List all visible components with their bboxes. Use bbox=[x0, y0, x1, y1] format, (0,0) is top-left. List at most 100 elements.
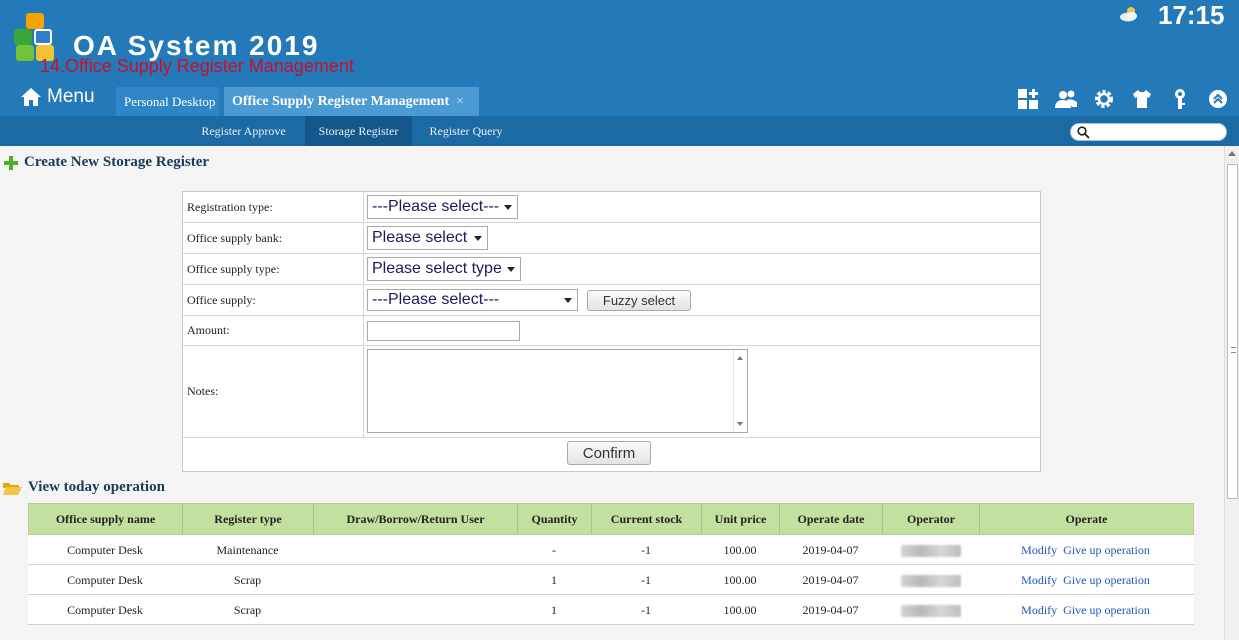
column-header: Draw/Borrow/Return User bbox=[314, 504, 518, 534]
row-amount: Amount: bbox=[183, 316, 1040, 346]
grid-add-icon[interactable] bbox=[1015, 86, 1041, 112]
table-row: Computer Desk Scrap 1 -1 100.00 2019-04-… bbox=[28, 565, 1194, 595]
cell-date: 2019-04-07 bbox=[802, 573, 859, 587]
cell-type: Scrap bbox=[233, 603, 262, 617]
app-logo bbox=[14, 13, 62, 61]
modify-link[interactable]: Modify bbox=[1021, 573, 1057, 587]
cell-user bbox=[313, 535, 517, 565]
row-notes: Notes: bbox=[183, 346, 1040, 438]
plus-icon bbox=[4, 155, 18, 170]
scroll-up-arrow-icon[interactable] bbox=[1228, 151, 1236, 156]
give-up-operation-link[interactable]: Give up operation bbox=[1063, 573, 1150, 587]
subnav-register-query[interactable]: Register Query bbox=[420, 116, 512, 146]
close-icon[interactable]: × bbox=[456, 94, 464, 110]
column-header: Current stock bbox=[592, 504, 702, 534]
row-office-supply-type: Office supply type: Please select type bbox=[183, 254, 1040, 285]
cell-price: 100.00 bbox=[723, 603, 757, 617]
column-header: Quantity bbox=[518, 504, 592, 534]
registration-type-label: Registration type: bbox=[183, 192, 364, 222]
cell-name: Computer Desk bbox=[67, 543, 143, 557]
folder-open-icon bbox=[3, 482, 22, 495]
type-label: Office supply type: bbox=[183, 254, 364, 284]
office-supply-bank-select[interactable]: Please select bbox=[367, 226, 488, 250]
search-input[interactable] bbox=[1093, 125, 1221, 139]
column-header: Office supply name bbox=[29, 504, 183, 534]
scrollbar-thumb[interactable] bbox=[1227, 164, 1238, 499]
row-office-supply-bank: Office supply bank: Please select bbox=[183, 223, 1040, 254]
tab-personal-desktop[interactable]: Personal Desktop bbox=[116, 87, 219, 116]
key-icon[interactable] bbox=[1167, 86, 1193, 112]
notes-textarea[interactable] bbox=[367, 349, 748, 433]
page-scrollbar[interactable] bbox=[1224, 146, 1239, 640]
storage-register-form: Registration type: ---Please select--- O… bbox=[182, 191, 1041, 472]
give-up-operation-link[interactable]: Give up operation bbox=[1063, 543, 1150, 557]
column-header: Operate date bbox=[780, 504, 883, 534]
cell-price: 100.00 bbox=[723, 543, 757, 557]
subnav-storage-register[interactable]: Storage Register bbox=[305, 116, 412, 146]
create-title-text: Create New Storage Register bbox=[24, 154, 210, 170]
modify-link[interactable]: Modify bbox=[1021, 543, 1057, 557]
cell-user bbox=[313, 565, 517, 595]
cell-date: 2019-04-07 bbox=[802, 543, 859, 557]
tab-label: Personal Desktop bbox=[124, 93, 216, 109]
chevron-down-icon bbox=[507, 267, 515, 272]
column-header: Operate bbox=[1065, 512, 1108, 526]
cell-quantity: - bbox=[552, 543, 556, 557]
cell-type: Maintenance bbox=[216, 543, 279, 557]
notes-scrollbar[interactable] bbox=[733, 350, 747, 432]
table-row: Computer Desk Scrap 1 -1 100.00 2019-04-… bbox=[28, 595, 1194, 625]
cell-name: Computer Desk bbox=[67, 573, 143, 587]
users-icon[interactable] bbox=[1053, 86, 1079, 112]
collapse-up-icon[interactable] bbox=[1205, 86, 1231, 112]
clock: 17:15 bbox=[1158, 0, 1225, 30]
modify-link[interactable]: Modify bbox=[1021, 603, 1057, 617]
row-registration-type: Registration type: ---Please select--- bbox=[183, 192, 1040, 223]
cell-stock: -1 bbox=[641, 543, 651, 557]
bank-label: Office supply bank: bbox=[183, 223, 364, 253]
cell-quantity: 1 bbox=[551, 603, 557, 617]
menu-button[interactable]: Menu bbox=[20, 84, 95, 110]
chevron-down-icon bbox=[474, 236, 482, 241]
amount-label: Amount: bbox=[183, 316, 364, 345]
cell-price: 100.00 bbox=[723, 573, 757, 587]
cell-user bbox=[313, 595, 517, 625]
notes-label: Notes: bbox=[183, 346, 364, 437]
cell-operate: Modify Give up operation bbox=[979, 535, 1192, 565]
tab-office-supply-register[interactable]: Office Supply Register Management × bbox=[224, 87, 479, 116]
tab-label: Office Supply Register Management bbox=[232, 93, 450, 109]
cell-name: Computer Desk bbox=[67, 603, 143, 617]
toolbar bbox=[1015, 86, 1231, 112]
top-header: OA System 2019 14.Office Supply Register… bbox=[0, 0, 1239, 116]
partly-cloudy-icon bbox=[1120, 7, 1137, 22]
column-header: Unit price bbox=[702, 504, 780, 534]
office-supply-select[interactable]: ---Please select--- bbox=[367, 289, 578, 311]
sub-navigation: Register Approve Storage Register Regist… bbox=[0, 116, 1239, 146]
cell-stock: -1 bbox=[641, 603, 651, 617]
search-box bbox=[1070, 123, 1227, 141]
cell-operator-redacted bbox=[882, 535, 979, 565]
page-subtitle: 14.Office Supply Register Management bbox=[40, 56, 354, 76]
cell-stock: -1 bbox=[641, 573, 651, 587]
subnav-register-approve[interactable]: Register Approve bbox=[190, 116, 297, 146]
registration-type-select[interactable]: ---Please select--- bbox=[367, 195, 518, 219]
menu-label: Menu bbox=[47, 86, 95, 107]
view-title-text: View today operation bbox=[28, 479, 165, 495]
cell-operate: Modify Give up operation bbox=[979, 565, 1192, 595]
shirt-icon[interactable] bbox=[1129, 86, 1155, 112]
table-header: Office supply name Register type Draw/Bo… bbox=[28, 503, 1194, 535]
cell-operator-redacted bbox=[882, 595, 979, 625]
cell-operate: Modify Give up operation bbox=[979, 595, 1192, 625]
view-section-title: View today operation bbox=[2, 479, 165, 496]
cell-quantity: 1 bbox=[551, 573, 557, 587]
cell-date: 2019-04-07 bbox=[802, 603, 859, 617]
supply-label: Office supply: bbox=[183, 285, 364, 315]
give-up-operation-link[interactable]: Give up operation bbox=[1063, 603, 1150, 617]
amount-field[interactable] bbox=[367, 320, 520, 341]
column-header: Register type bbox=[183, 504, 314, 534]
fuzzy-select-button[interactable]: Fuzzy select bbox=[587, 289, 691, 311]
settings-icon[interactable] bbox=[1091, 86, 1117, 112]
office-supply-type-select[interactable]: Please select type bbox=[367, 257, 521, 281]
confirm-button[interactable]: Confirm bbox=[567, 441, 651, 465]
cell-operator-redacted bbox=[882, 565, 979, 595]
cell-type: Scrap bbox=[233, 573, 262, 587]
